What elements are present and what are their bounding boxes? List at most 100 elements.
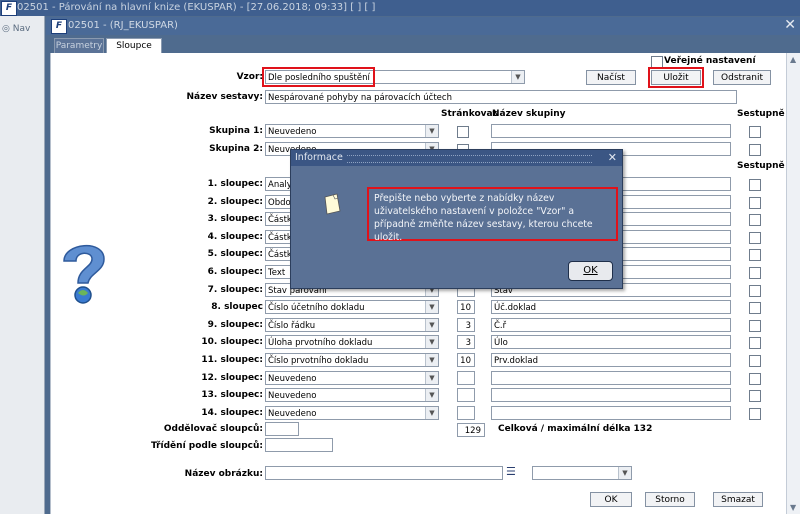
inner-window-title-bar: F 02501 - (RJ_EKUSPAR) ✕ (46, 17, 800, 35)
column-select[interactable]: Číslo účetního dokladu ▼ (265, 300, 439, 314)
scroll-down-icon[interactable]: ▼ (790, 503, 796, 512)
group-name-input[interactable] (491, 124, 731, 138)
group-select[interactable]: Neuvedeno ▼ (265, 124, 439, 138)
column-label: 9. sloupec: (207, 320, 263, 330)
column-select[interactable]: Číslo prvotního dokladu ▼ (265, 353, 439, 367)
nazev-sestavy-input[interactable]: Nespárované pohyby na párovacích účtech (265, 90, 737, 104)
chevron-down-icon[interactable]: ▼ (425, 354, 438, 366)
column-select[interactable]: Neuvedeno ▼ (265, 388, 439, 402)
column-width-input[interactable]: 10 (457, 353, 475, 367)
column-label: 8. sloupec (211, 302, 263, 312)
odstranit-button[interactable]: Odstranit (713, 70, 771, 85)
chevron-down-icon[interactable]: ▼ (425, 125, 438, 137)
column-select[interactable]: Úloha prvotního dokladu ▼ (265, 335, 439, 349)
nav-button[interactable]: ◎ Nav (2, 24, 30, 34)
column-label: 5. sloupec: (207, 249, 263, 259)
columns-sestupne-header: Sestupně (737, 161, 785, 171)
group-label: Skupina 2: (209, 144, 263, 154)
info-dialog: Informace ✕ Přepište nebo vyberte z nabí… (290, 149, 623, 289)
column-descending-checkbox[interactable] (749, 179, 761, 191)
note-icon (324, 193, 341, 215)
nazev-skupiny-header: Název skupiny (492, 109, 566, 119)
nav-label: Nav (12, 24, 31, 34)
column-caption-input[interactable] (491, 406, 731, 420)
column-descending-checkbox[interactable] (749, 355, 761, 367)
column-label: 4. sloupec: (207, 232, 263, 242)
column-width-input[interactable] (457, 388, 475, 402)
group-descending-checkbox[interactable] (749, 144, 761, 156)
help-question-icon[interactable] (56, 237, 112, 307)
column-label: 13. sloupec: (201, 390, 263, 400)
column-descending-checkbox[interactable] (749, 373, 761, 385)
column-caption-input[interactable] (491, 371, 731, 385)
column-value: Neuvedeno (268, 374, 317, 384)
column-descending-checkbox[interactable] (749, 302, 761, 314)
group-value: Neuvedeno (268, 127, 317, 137)
app-icon: F (1, 1, 17, 16)
tab-parametry[interactable]: Parametry (54, 38, 104, 54)
strankovat-header: Stránkovat (441, 109, 497, 119)
column-width-input[interactable]: 3 (457, 318, 475, 332)
column-select[interactable]: Neuvedeno ▼ (265, 371, 439, 385)
column-descending-checkbox[interactable] (749, 214, 761, 226)
column-descending-checkbox[interactable] (749, 267, 761, 279)
info-dialog-title: Informace (295, 152, 343, 163)
column-caption-input[interactable] (491, 388, 731, 402)
close-icon[interactable]: ✕ (784, 17, 796, 33)
column-caption-input[interactable]: Prv.doklad (491, 353, 731, 367)
column-label: 11. sloupec: (201, 355, 263, 365)
nazev-obrazku-input[interactable] (265, 466, 503, 480)
column-descending-checkbox[interactable] (749, 408, 761, 420)
column-value: Neuvedeno (268, 409, 317, 419)
trideni-label: Třídění podle sloupců: (150, 441, 263, 451)
tab-sloupce[interactable]: Sloupce (106, 38, 162, 54)
left-nav-bar: ◎ Nav (0, 16, 45, 514)
column-value: Číslo prvotního dokladu (268, 356, 369, 366)
chevron-down-icon[interactable]: ▼ (425, 319, 438, 331)
list-icon[interactable]: ☰ (506, 465, 516, 478)
column-width-input[interactable]: 3 (457, 335, 475, 349)
info-dialog-ok-button[interactable]: OK (568, 261, 613, 281)
oddelovac-input[interactable] (265, 422, 299, 436)
column-descending-checkbox[interactable] (749, 285, 761, 297)
chevron-down-icon[interactable]: ▼ (618, 467, 631, 479)
column-descending-checkbox[interactable] (749, 197, 761, 209)
obrazek-select[interactable]: ▼ (532, 466, 632, 480)
chevron-down-icon[interactable]: ▼ (425, 336, 438, 348)
vertical-scrollbar[interactable]: ▲ ▼ (786, 53, 800, 514)
scroll-up-icon[interactable]: ▲ (790, 55, 796, 64)
chevron-down-icon[interactable]: ▼ (425, 389, 438, 401)
chevron-down-icon[interactable]: ▼ (425, 407, 438, 419)
column-value: Neuvedeno (268, 391, 317, 401)
nazev-sestavy-label: Název sestavy: (186, 92, 263, 102)
column-caption-input[interactable]: Č.ř (491, 318, 731, 332)
group-descending-checkbox[interactable] (749, 126, 761, 138)
close-icon[interactable]: ✕ (608, 150, 617, 166)
inner-app-icon: F (51, 19, 67, 34)
column-width-input[interactable]: 10 (457, 300, 475, 314)
tab-strip: Parametry Sloupce (46, 35, 800, 54)
column-caption-input[interactable]: Úlo (491, 335, 731, 349)
nacist-button[interactable]: Načíst (586, 70, 636, 85)
column-label: 7. sloupec: (207, 285, 263, 295)
column-select[interactable]: Číslo řádku ▼ (265, 318, 439, 332)
column-descending-checkbox[interactable] (749, 320, 761, 332)
column-select[interactable]: Neuvedeno ▼ (265, 406, 439, 420)
storno-button[interactable]: Storno (645, 492, 695, 507)
column-width-input[interactable] (457, 371, 475, 385)
column-descending-checkbox[interactable] (749, 249, 761, 261)
trideni-input[interactable] (265, 438, 333, 452)
column-width-input[interactable] (457, 406, 475, 420)
chevron-down-icon[interactable]: ▼ (425, 301, 438, 313)
group-page-break-checkbox[interactable] (457, 126, 469, 138)
column-descending-checkbox[interactable] (749, 232, 761, 244)
ok-button[interactable]: OK (590, 492, 632, 507)
chevron-down-icon[interactable]: ▼ (425, 372, 438, 384)
column-descending-checkbox[interactable] (749, 390, 761, 402)
column-caption-input[interactable]: Úč.doklad (491, 300, 731, 314)
column-descending-checkbox[interactable] (749, 337, 761, 349)
smazat-button[interactable]: Smazat (713, 492, 763, 507)
chevron-down-icon[interactable]: ▼ (511, 71, 524, 83)
nazev-obrazku-label: Název obrázku: (184, 469, 263, 479)
column-label: 2. sloupec: (207, 197, 263, 207)
